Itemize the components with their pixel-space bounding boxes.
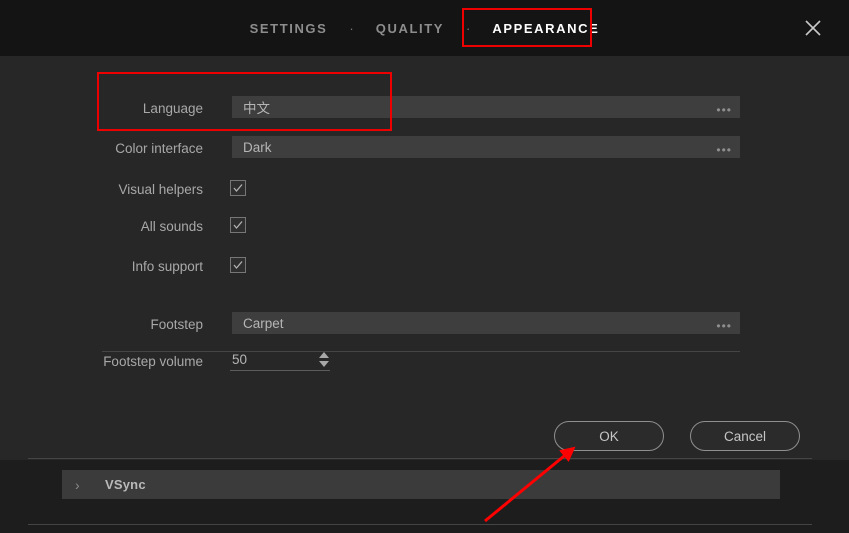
- vsync-row[interactable]: › VSync: [62, 470, 780, 499]
- row-visual-helpers: Visual helpers: [0, 177, 849, 201]
- arrow-down-icon[interactable]: [319, 360, 329, 367]
- ellipsis-icon: •••: [716, 143, 732, 157]
- footer-divider: [28, 458, 812, 459]
- color-interface-value: Dark: [243, 139, 272, 155]
- tab-quality[interactable]: QUALITY: [362, 12, 458, 45]
- footstep-volume-value: 50: [232, 352, 248, 367]
- color-interface-label: Color interface: [115, 140, 203, 156]
- footstep-label: Footstep: [150, 316, 203, 332]
- info-support-checkbox[interactable]: [230, 257, 246, 273]
- tab-separator-1: ·: [349, 20, 354, 36]
- language-value: 中文: [243, 101, 270, 116]
- info-support-label: Info support: [131, 258, 203, 274]
- arrow-up-icon[interactable]: [319, 351, 329, 358]
- check-icon: [233, 184, 243, 193]
- footstep-volume-input[interactable]: 50: [230, 349, 330, 371]
- row-info-support: Info support: [0, 254, 849, 278]
- tab-appearance[interactable]: APPEARANCE: [478, 12, 613, 45]
- footstep-volume-label: Footstep volume: [103, 353, 203, 369]
- color-interface-dropdown[interactable]: Dark •••: [232, 136, 740, 158]
- vsync-label: VSync: [105, 477, 146, 492]
- all-sounds-label: All sounds: [140, 218, 203, 234]
- ok-button[interactable]: OK: [554, 421, 664, 451]
- check-icon: [233, 261, 243, 270]
- tab-bar: SETTINGS · QUALITY · APPEARANCE: [0, 0, 849, 56]
- row-footstep-volume: Footstep volume: [0, 349, 849, 373]
- language-label: Language: [142, 100, 203, 116]
- form-area: Language 中文 ••• Color interface Dark •••…: [0, 56, 849, 460]
- all-sounds-checkbox[interactable]: [230, 217, 246, 233]
- check-icon: [233, 221, 243, 230]
- row-all-sounds: All sounds: [0, 214, 849, 238]
- close-icon[interactable]: [801, 16, 825, 40]
- tab-settings[interactable]: SETTINGS: [236, 12, 342, 45]
- ellipsis-icon: •••: [716, 319, 732, 333]
- dialog-header: SETTINGS · QUALITY · APPEARANCE: [0, 0, 849, 56]
- visual-helpers-label: Visual helpers: [118, 181, 203, 197]
- footstep-dropdown[interactable]: Carpet •••: [232, 312, 740, 334]
- background-divider: [28, 524, 812, 525]
- language-dropdown[interactable]: 中文 •••: [232, 96, 740, 118]
- footstep-value: Carpet: [243, 315, 284, 331]
- spinner-arrows[interactable]: [318, 349, 330, 369]
- visual-helpers-checkbox[interactable]: [230, 180, 246, 196]
- chevron-right-icon: ›: [75, 476, 80, 493]
- tab-separator-2: ·: [466, 20, 471, 36]
- cancel-button[interactable]: Cancel: [690, 421, 800, 451]
- settings-dialog: SETTINGS · QUALITY · APPEARANCE Language…: [0, 0, 849, 460]
- ellipsis-icon: •••: [716, 103, 732, 117]
